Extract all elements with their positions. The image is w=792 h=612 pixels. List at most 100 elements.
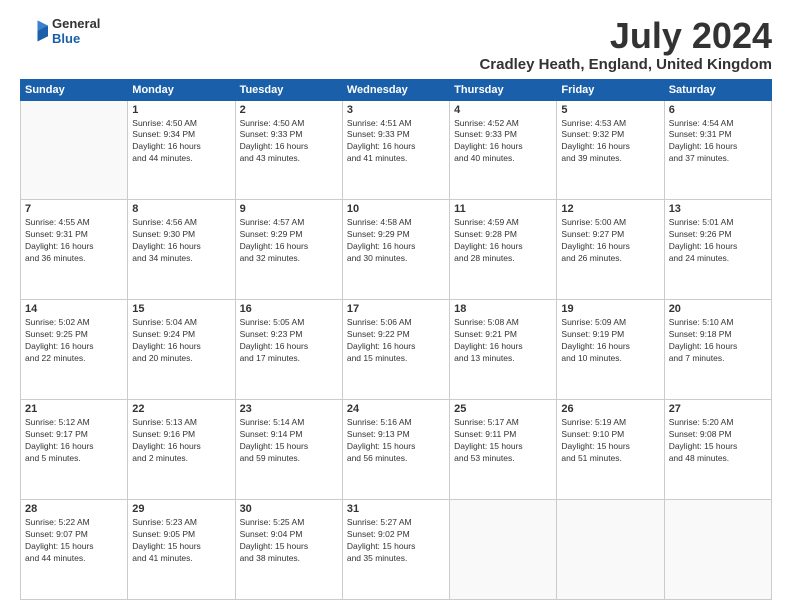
day-number: 28 [25,503,123,515]
logo-text: General Blue [52,16,100,46]
calendar-cell [21,100,128,200]
day-number: 14 [25,303,123,315]
calendar-cell: 14 Sunrise: 5:02 AM Sunset: 9:25 PM Dayli… [21,300,128,400]
header: General Blue July 2024 Cradley Heath, En… [20,16,772,73]
day-number: 20 [669,303,767,315]
day-info: Sunrise: 4:50 AM Sunset: 9:34 PM Dayligh… [132,118,230,166]
day-number: 18 [454,303,552,315]
day-info: Sunrise: 5:22 AM Sunset: 9:07 PM Dayligh… [25,517,123,565]
calendar-cell [450,500,557,600]
day-info: Sunrise: 4:51 AM Sunset: 9:33 PM Dayligh… [347,118,445,166]
calendar-header-monday: Monday [128,79,235,100]
week-row-1: 1 Sunrise: 4:50 AM Sunset: 9:34 PM Daylig… [21,100,772,200]
week-row-3: 14 Sunrise: 5:02 AM Sunset: 9:25 PM Dayli… [21,300,772,400]
subtitle: Cradley Heath, England, United Kingdom [479,56,772,73]
week-row-2: 7Sunrise: 4:55 AM Sunset: 9:31 PM Daylig… [21,200,772,300]
calendar-cell: 5Sunrise: 4:53 AM Sunset: 9:32 PM Daylig… [557,100,664,200]
calendar-cell: 28 Sunrise: 5:22 AM Sunset: 9:07 PM Dayli… [21,500,128,600]
day-number: 22 [132,403,230,415]
day-info: Sunrise: 5:12 AM Sunset: 9:17 PM Dayligh… [25,417,123,465]
calendar-cell: 3 Sunrise: 4:51 AM Sunset: 9:33 PM Daylig… [342,100,449,200]
day-number: 13 [669,203,767,215]
day-info: Sunrise: 5:00 AM Sunset: 9:27 PM Dayligh… [561,217,659,265]
day-info: Sunrise: 5:27 AM Sunset: 9:02 PM Dayligh… [347,517,445,565]
day-number: 7 [25,203,123,215]
day-number: 11 [454,203,552,215]
day-number: 29 [132,503,230,515]
day-info: Sunrise: 5:02 AM Sunset: 9:25 PM Dayligh… [25,317,123,365]
calendar-cell: 8 Sunrise: 4:56 AM Sunset: 9:30 PM Daylig… [128,200,235,300]
calendar-cell: 26 Sunrise: 5:19 AM Sunset: 9:10 PM Dayli… [557,400,664,500]
day-info: Sunrise: 4:56 AM Sunset: 9:30 PM Dayligh… [132,217,230,265]
day-info: Sunrise: 5:01 AM Sunset: 9:26 PM Dayligh… [669,217,767,265]
day-info: Sunrise: 4:50 AM Sunset: 9:33 PM Dayligh… [240,118,338,166]
day-number: 2 [240,104,338,116]
day-number: 3 [347,104,445,116]
day-info: Sunrise: 4:54 AM Sunset: 9:31 PM Dayligh… [669,118,767,166]
week-row-4: 21 Sunrise: 5:12 AM Sunset: 9:17 PM Dayli… [21,400,772,500]
day-info: Sunrise: 4:52 AM Sunset: 9:33 PM Dayligh… [454,118,552,166]
calendar-cell: 1 Sunrise: 4:50 AM Sunset: 9:34 PM Daylig… [128,100,235,200]
day-info: Sunrise: 5:10 AM Sunset: 9:18 PM Dayligh… [669,317,767,365]
day-number: 19 [561,303,659,315]
calendar-header-wednesday: Wednesday [342,79,449,100]
day-number: 30 [240,503,338,515]
day-number: 6 [669,104,767,116]
day-info: Sunrise: 5:09 AM Sunset: 9:19 PM Dayligh… [561,317,659,365]
day-number: 9 [240,203,338,215]
calendar-cell [664,500,771,600]
day-number: 25 [454,403,552,415]
day-number: 23 [240,403,338,415]
calendar-cell: 17Sunrise: 5:06 AM Sunset: 9:22 PM Dayli… [342,300,449,400]
day-info: Sunrise: 5:20 AM Sunset: 9:08 PM Dayligh… [669,417,767,465]
day-number: 27 [669,403,767,415]
calendar-cell: 29 Sunrise: 5:23 AM Sunset: 9:05 PM Dayli… [128,500,235,600]
calendar-cell: 2 Sunrise: 4:50 AM Sunset: 9:33 PM Daylig… [235,100,342,200]
day-info: Sunrise: 5:13 AM Sunset: 9:16 PM Dayligh… [132,417,230,465]
week-row-5: 28 Sunrise: 5:22 AM Sunset: 9:07 PM Dayli… [21,500,772,600]
day-info: Sunrise: 5:17 AM Sunset: 9:11 PM Dayligh… [454,417,552,465]
calendar-cell: 19 Sunrise: 5:09 AM Sunset: 9:19 PM Dayli… [557,300,664,400]
day-info: Sunrise: 5:14 AM Sunset: 9:14 PM Dayligh… [240,417,338,465]
calendar-header-tuesday: Tuesday [235,79,342,100]
day-info: Sunrise: 4:57 AM Sunset: 9:29 PM Dayligh… [240,217,338,265]
day-info: Sunrise: 5:04 AM Sunset: 9:24 PM Dayligh… [132,317,230,365]
calendar-cell: 10Sunrise: 4:58 AM Sunset: 9:29 PM Dayli… [342,200,449,300]
calendar-cell: 12Sunrise: 5:00 AM Sunset: 9:27 PM Dayli… [557,200,664,300]
calendar-cell: 4 Sunrise: 4:52 AM Sunset: 9:33 PM Daylig… [450,100,557,200]
day-number: 16 [240,303,338,315]
day-number: 5 [561,104,659,116]
day-info: Sunrise: 5:16 AM Sunset: 9:13 PM Dayligh… [347,417,445,465]
calendar-header-friday: Friday [557,79,664,100]
calendar-cell: 20 Sunrise: 5:10 AM Sunset: 9:18 PM Dayli… [664,300,771,400]
calendar-cell: 27 Sunrise: 5:20 AM Sunset: 9:08 PM Dayli… [664,400,771,500]
day-info: Sunrise: 5:25 AM Sunset: 9:04 PM Dayligh… [240,517,338,565]
calendar-header-row: SundayMondayTuesdayWednesdayThursdayFrid… [21,79,772,100]
day-info: Sunrise: 4:59 AM Sunset: 9:28 PM Dayligh… [454,217,552,265]
calendar-cell: 15 Sunrise: 5:04 AM Sunset: 9:24 PM Dayli… [128,300,235,400]
day-info: Sunrise: 5:06 AM Sunset: 9:22 PM Dayligh… [347,317,445,365]
page: General Blue July 2024 Cradley Heath, En… [0,0,792,612]
day-number: 21 [25,403,123,415]
calendar-header-saturday: Saturday [664,79,771,100]
day-number: 1 [132,104,230,116]
logo-icon [20,17,48,45]
calendar-cell: 22 Sunrise: 5:13 AM Sunset: 9:16 PM Dayli… [128,400,235,500]
day-info: Sunrise: 5:08 AM Sunset: 9:21 PM Dayligh… [454,317,552,365]
logo: General Blue [20,16,100,46]
calendar-cell: 23 Sunrise: 5:14 AM Sunset: 9:14 PM Dayli… [235,400,342,500]
day-info: Sunrise: 5:05 AM Sunset: 9:23 PM Dayligh… [240,317,338,365]
main-title: July 2024 [479,16,772,56]
day-number: 15 [132,303,230,315]
calendar-cell: 16 Sunrise: 5:05 AM Sunset: 9:23 PM Dayli… [235,300,342,400]
day-number: 31 [347,503,445,515]
day-number: 26 [561,403,659,415]
calendar-cell: 24Sunrise: 5:16 AM Sunset: 9:13 PM Dayli… [342,400,449,500]
calendar-cell: 7Sunrise: 4:55 AM Sunset: 9:31 PM Daylig… [21,200,128,300]
calendar-cell [557,500,664,600]
day-info: Sunrise: 5:19 AM Sunset: 9:10 PM Dayligh… [561,417,659,465]
day-number: 8 [132,203,230,215]
day-number: 4 [454,104,552,116]
calendar-table: SundayMondayTuesdayWednesdayThursdayFrid… [20,79,772,600]
day-info: Sunrise: 5:23 AM Sunset: 9:05 PM Dayligh… [132,517,230,565]
